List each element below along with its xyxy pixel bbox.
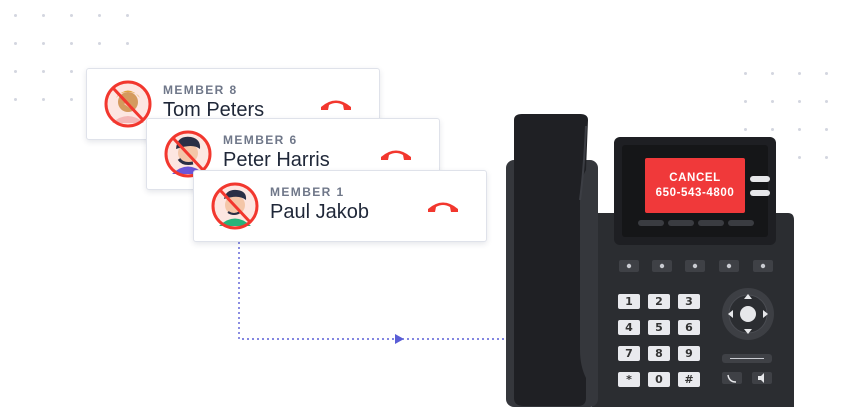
dial-key-4[interactable]: 4 — [618, 320, 640, 335]
dial-key-5[interactable]: 5 — [648, 320, 670, 335]
hang-up-icon[interactable] — [319, 96, 353, 112]
dial-key-8[interactable]: 8 — [648, 346, 670, 361]
desk-phone: CANCEL 650-543-4800 1 2 3 4 5 6 7 8 9 * … — [500, 110, 800, 412]
no-call-icon — [211, 182, 259, 230]
member-name: Paul Jakob — [270, 201, 369, 223]
screen-number: 650-543-4800 — [655, 187, 735, 199]
dial-key-6[interactable]: 6 — [678, 320, 700, 335]
member-number: MEMBER 1 — [270, 185, 345, 199]
hang-up-icon[interactable] — [379, 146, 413, 162]
hang-up-icon[interactable] — [426, 198, 460, 214]
desk-phone-body — [506, 114, 794, 407]
arrow-right-icon — [395, 334, 404, 344]
dial-key-9[interactable]: 9 — [678, 346, 700, 361]
dial-key-star[interactable]: * — [618, 372, 640, 387]
member-number: MEMBER 6 — [223, 133, 298, 147]
dial-key-0[interactable]: 0 — [648, 372, 670, 387]
handset-icon — [514, 114, 588, 406]
member-number: MEMBER 8 — [163, 83, 238, 97]
dial-key-hash[interactable]: # — [678, 372, 700, 387]
dial-key-7[interactable]: 7 — [618, 346, 640, 361]
dial-key-2[interactable]: 2 — [648, 294, 670, 309]
member-name: Peter Harris — [223, 149, 330, 171]
screen-status: CANCEL — [669, 172, 721, 184]
member-card: MEMBER 1 Paul Jakob — [193, 170, 487, 242]
navigation-pad-icon — [722, 288, 774, 340]
dial-key-3[interactable]: 3 — [678, 294, 700, 309]
dial-key-1[interactable]: 1 — [618, 294, 640, 309]
